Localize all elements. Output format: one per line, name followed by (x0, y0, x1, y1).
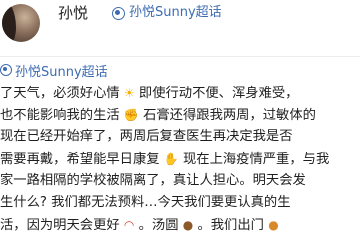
post-line: 了天气，必须好心情 ☀ 即使行动不便、浑身难受， (0, 82, 360, 104)
post-text: 。汤圆 (138, 218, 179, 233)
post-text: 也不能影响我的生活 (0, 108, 120, 123)
strong-arm-icon: ✊ (123, 108, 139, 122)
post-line: 家一路相隔的学校被隔离了，真让人担心。明天会发 (0, 170, 360, 192)
post-line: 活，因为明天会更好 ◠ 。汤圆 ● 。我们出门 ● (0, 214, 360, 236)
post-line: 生什么? 我们都无法预料…今天我们要更认真的生 (0, 192, 360, 214)
post-body: 了天气，必须好心情 ☀ 即使行动不便、浑身难受， 也不能影响我的生活 ✊ 石膏还… (0, 82, 360, 236)
post-line: 也不能影响我的生活 ✊ 石膏还得跟我两周，过敏体的 (0, 104, 360, 126)
rainbow-icon: ◠ (123, 218, 135, 232)
post-text: 现在上海疫情严重，与我 (182, 152, 330, 167)
post-line: 需要再戴，希望能早日康复 ✋ 现在上海疫情严重，与我 (0, 148, 360, 170)
post-line: 现在已经开始痒了，两周后复查医生再决定我是否 (0, 126, 360, 148)
super-topic-icon (112, 6, 125, 20)
post-text: 需要再戴，希望能早日康复 (0, 152, 160, 167)
sun-icon: ☀ (123, 86, 135, 100)
dog-icon: ● (182, 218, 194, 232)
repost-topic-link[interactable]: 孙悦Sunny超话 (0, 60, 108, 80)
avatar[interactable] (2, 4, 40, 42)
post-text: 。我们出门 (197, 218, 264, 233)
pray-icon: ✋ (163, 152, 179, 166)
author-name[interactable]: 孙悦 (58, 4, 88, 22)
cat-icon: ● (268, 218, 279, 232)
post-text: 活，因为明天会更好 (0, 218, 120, 233)
post-text: 了天气，必须好心情 (0, 86, 120, 101)
post-text: 即使行动不便、浑身难受， (138, 86, 299, 101)
super-topic-icon (0, 64, 12, 76)
post-text: 现在已经开始痒了，两周后复查医生再决定我是否 (0, 129, 293, 144)
post-text: 石膏还得跟我两周，过敏体的 (143, 108, 316, 123)
post-text: 家一路相隔的学校被隔离了，真让人担心。明天会发 (0, 173, 306, 188)
repost-topic-label: 孙悦Sunny超话 (15, 64, 108, 80)
super-topic-link[interactable]: 孙悦Sunny超话 (112, 4, 222, 22)
super-topic-label: 孙悦Sunny超话 (129, 5, 222, 20)
post-header: 孙悦 孙悦Sunny超话 (0, 0, 360, 57)
post-text: 生什么? 我们都无法预料…今天我们要更认真的生 (0, 195, 291, 210)
